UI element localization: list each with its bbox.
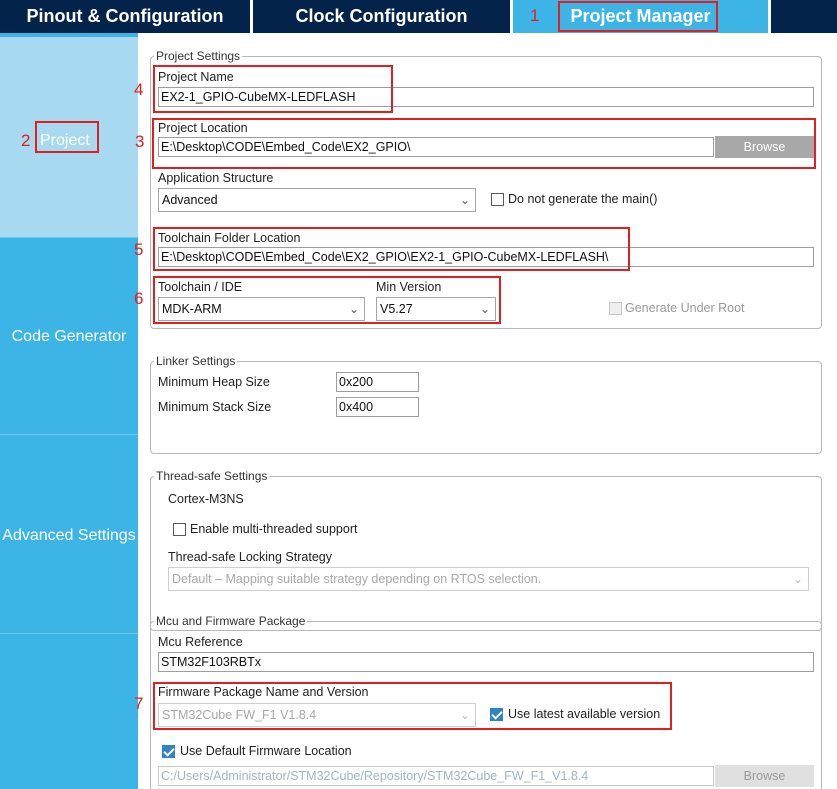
toolchain-ide-label: Toolchain / IDE [158,280,243,294]
mcu-reference-input[interactable]: STM32F103RBTx [158,652,814,672]
sidebar-item-code-generator[interactable]: Code Generator [0,238,138,434]
sidebar-item-label: Project [40,132,90,149]
sidebar-divider [0,633,138,634]
tab-pinout-configuration[interactable]: Pinout & Configuration [0,0,250,33]
use-latest-checkbox[interactable] [490,708,503,721]
toolchain-ide-select[interactable]: MDK-ARM ⌄ [158,297,365,321]
sidebar-item-label: Advanced Settings [2,527,136,544]
core-label: Cortex-M3NS [168,492,244,506]
chevron-down-icon: ⌄ [792,572,803,586]
multithread-label: Enable multi-threaded support [190,522,358,536]
project-name-label: Project Name [158,70,234,84]
multithread-checkbox[interactable] [173,523,186,536]
use-default-location-label: Use Default Firmware Location [180,744,352,758]
select-value: STM32Cube FW_F1 V1.8.4 [162,708,317,722]
locking-strategy-select[interactable]: Default – Mapping suitable strategy depe… [168,567,809,591]
use-default-location-checkbox[interactable] [162,745,175,758]
toolchain-folder-input[interactable]: E:\Desktop\CODE\Embed_Code\EX2_GPIO\EX2-… [158,247,814,267]
min-version-label: Min Version [376,280,442,294]
tab-label: Pinout & Configuration [26,6,224,26]
project-location-input[interactable]: E:\Desktop\CODE\Embed_Code\EX2_GPIO\ [158,137,714,157]
chevron-down-icon: ⌄ [479,302,490,316]
firmware-location-input[interactable]: C:/Users/Administrator/STM32Cube/Reposit… [158,766,714,786]
stack-size-input[interactable]: 0x400 [336,397,419,417]
firmware-browse-button[interactable]: Browse [715,765,814,787]
project-location-label: Project Location [158,121,248,135]
no-main-label: Do not generate the main() [508,192,658,206]
select-value: MDK-ARM [162,302,222,316]
heap-size-label: Minimum Heap Size [158,375,270,389]
firmware-package-select[interactable]: STM32Cube FW_F1 V1.8.4 ⌄ [158,703,476,727]
chevron-down-icon: ⌄ [459,708,470,722]
tab-clock-configuration[interactable]: Clock Configuration [253,0,510,33]
annotation-number-1: 1 [530,6,540,25]
tab-label: Project Manager [570,6,711,26]
annotation-number-6: 6 [134,289,144,308]
annotation-number-3: 3 [135,132,145,151]
annotation-number-2: 2 [21,131,31,150]
group-title: Linker Settings [156,354,236,368]
select-value: V5.27 [380,302,413,316]
group-title: Thread-safe Settings [156,469,268,483]
main-panel: Project Settings Project Name EX2-1_GPIO… [138,33,837,789]
firmware-package-label: Firmware Package Name and Version [158,685,369,699]
browse-button[interactable]: Browse [715,136,814,158]
top-tab-bar: Pinout & Configuration Clock Configurati… [0,0,837,33]
tab-label: Clock Configuration [295,6,468,26]
select-value: Advanced [162,193,218,207]
chevron-down-icon: ⌄ [348,302,359,316]
toolchain-folder-label: Toolchain Folder Location [158,231,301,245]
project-name-input[interactable]: EX2-1_GPIO-CubeMX-LEDFLASH [158,87,814,107]
mcu-firmware-group: Mcu and Firmware Package [150,614,822,789]
locking-strategy-label: Thread-safe Locking Strategy [168,550,332,564]
annotation-number-5: 5 [134,240,144,259]
select-value: Default – Mapping suitable strategy depe… [172,572,542,586]
group-title: Project Settings [156,49,241,63]
generate-under-root-label: Generate Under Root [625,301,745,315]
no-main-checkbox[interactable] [491,193,504,206]
tab-project-manager[interactable]: Project Manager [513,0,768,33]
application-structure-label: Application Structure [158,171,274,185]
annotation-number-7: 7 [134,694,144,713]
group-title: Mcu and Firmware Package [156,614,306,628]
min-version-select[interactable]: V5.27 ⌄ [376,297,496,321]
sidebar-item-label: Code Generator [11,328,127,345]
use-latest-label: Use latest available version [508,707,661,721]
mcu-reference-label: Mcu Reference [158,635,243,649]
application-structure-select[interactable]: Advanced ⌄ [158,188,476,212]
stack-size-label: Minimum Stack Size [158,400,272,414]
chevron-down-icon: ⌄ [459,193,470,207]
generate-under-root-checkbox[interactable] [609,302,622,315]
tab-overflow [771,0,837,33]
heap-size-input[interactable]: 0x200 [336,372,419,392]
annotation-number-4: 4 [134,80,144,99]
sidebar-item-advanced-settings[interactable]: Advanced Settings [0,435,138,633]
